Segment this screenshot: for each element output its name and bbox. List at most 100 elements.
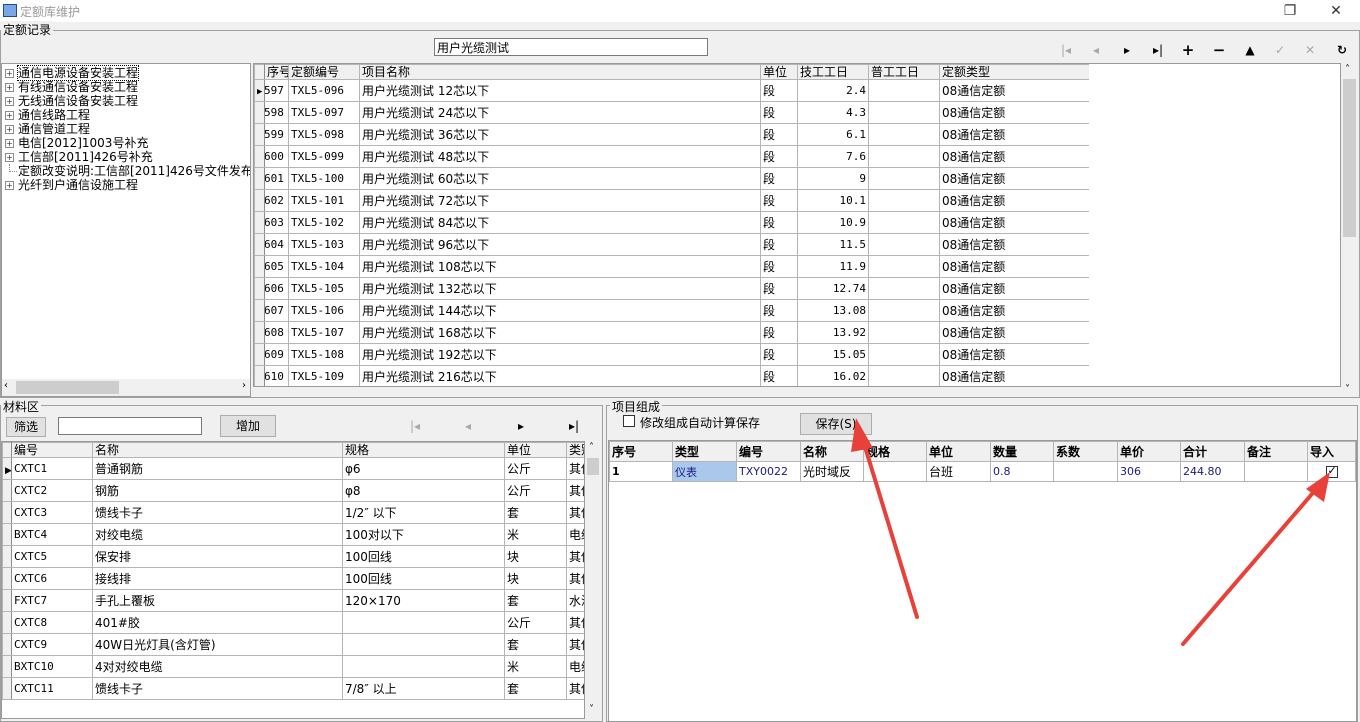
quota-cell-seq[interactable]: 605 <box>264 255 289 278</box>
composition-cell-code[interactable]: TXY0022 <box>736 461 801 482</box>
quota-cell-seq[interactable]: 604 <box>264 233 289 256</box>
expand-icon[interactable]: + <box>5 125 14 134</box>
material-cell-code[interactable]: CXTC8 <box>11 611 93 634</box>
quota-cell-seq[interactable]: 606 <box>264 277 289 300</box>
quota-cell-unit[interactable]: 段 <box>760 255 798 278</box>
quota-row[interactable]: 606 TXL5-105 用户光缆测试 132芯以下段 12.74 08通信定额 <box>254 277 1091 300</box>
quota-cell-general[interactable] <box>868 101 940 124</box>
quota-cell-unit[interactable]: 段 <box>760 79 798 102</box>
quota-row[interactable]: 604 TXL5-103 用户光缆测试 96芯以下段 11.5 08通信定额 <box>254 233 1091 256</box>
quota-row[interactable]: 609 TXL5-108 用户光缆测试 192芯以下段 15.05 08通信定额 <box>254 343 1091 366</box>
quota-cell-name[interactable]: 用户光缆测试 36芯以下 <box>359 123 761 146</box>
quota-cell-code[interactable]: TXL5-103 <box>288 233 360 256</box>
composition-cell-price[interactable]: 306 <box>1117 461 1181 482</box>
close-icon[interactable]: ✕ <box>1316 0 1356 22</box>
material-cell-name[interactable]: 手孔上覆板 <box>92 589 343 612</box>
scroll-down-icon[interactable]: ˅ <box>1345 384 1350 395</box>
material-row[interactable]: ▶CXTC1普通钢筋φ6公斤其他 <box>2 457 584 480</box>
material-cell-cat[interactable]: 其他 <box>566 611 584 634</box>
filter-button[interactable]: 筛选 <box>6 417 46 437</box>
composition-cell-type[interactable]: 仪表 <box>672 461 737 482</box>
material-cell-name[interactable]: 馈线卡子 <box>92 501 343 524</box>
quota-cell-skilled[interactable]: 9 <box>797 167 869 190</box>
save-button[interactable]: 保存(S) <box>800 413 872 435</box>
composition-column-header[interactable]: 规格 <box>863 441 927 462</box>
material-cell-unit[interactable]: 块 <box>504 545 567 568</box>
quota-row[interactable]: 598 TXL5-097 用户光缆测试 24芯以下段 4.3 08通信定额 <box>254 101 1091 124</box>
tree-node[interactable]: + 通信管道工程 <box>2 122 250 136</box>
quota-cell-type[interactable]: 08通信定额 <box>939 79 1091 102</box>
first-record-icon[interactable]: |◂ <box>1056 41 1076 59</box>
quota-cell-unit[interactable]: 段 <box>760 101 798 124</box>
quota-cell-name[interactable]: 用户光缆测试 12芯以下 <box>359 79 761 102</box>
quota-cell-unit[interactable]: 段 <box>760 233 798 256</box>
quota-cell-general[interactable] <box>868 321 940 344</box>
cancel-edit-icon[interactable]: ✕ <box>1300 41 1320 59</box>
quota-row[interactable]: 607 TXL5-106 用户光缆测试 144芯以下段 13.08 08通信定额 <box>254 299 1091 322</box>
expand-icon[interactable]: + <box>5 111 14 120</box>
quota-cell-seq[interactable]: 609 <box>264 343 289 366</box>
quota-cell-code[interactable]: TXL5-102 <box>288 211 360 234</box>
material-cell-code[interactable]: CXTC5 <box>11 545 93 568</box>
material-vscroll-thumb[interactable] <box>587 458 599 475</box>
material-filter-input[interactable] <box>58 417 202 435</box>
quota-cell-type[interactable]: 08通信定额 <box>939 211 1091 234</box>
quota-cell-general[interactable] <box>868 123 940 146</box>
quota-cell-skilled[interactable]: 15.05 <box>797 343 869 366</box>
material-cell-cat[interactable]: 其他 <box>566 545 584 568</box>
composition-column-header[interactable]: 备注 <box>1244 441 1308 462</box>
tree-node[interactable]: + 无线通信设备安装工程 <box>2 94 250 108</box>
expand-icon[interactable]: + <box>5 69 14 78</box>
material-column-header[interactable]: 规格 <box>342 442 505 458</box>
insert-record-icon[interactable]: + <box>1178 41 1198 59</box>
tree-node[interactable]: 定额改变说明:工信部[2011]426号文件发布 <box>2 164 250 178</box>
quota-cell-code[interactable]: TXL5-105 <box>288 277 360 300</box>
quota-cell-seq[interactable]: 597 <box>264 79 289 102</box>
material-cell-name[interactable]: 40W日光灯具(含灯管) <box>92 633 343 656</box>
material-cell-cat[interactable]: 其他 <box>566 677 584 700</box>
quota-cell-name[interactable]: 用户光缆测试 168芯以下 <box>359 321 761 344</box>
composition-column-header[interactable]: 名称 <box>800 441 864 462</box>
composition-cell-coef[interactable] <box>1053 461 1118 482</box>
quota-cell-name[interactable]: 用户光缆测试 96芯以下 <box>359 233 761 256</box>
quota-cell-seq[interactable]: 600 <box>264 145 289 168</box>
quota-row[interactable]: 601 TXL5-100 用户光缆测试 60芯以下段 9 08通信定额 <box>254 167 1091 190</box>
quota-cell-name[interactable]: 用户光缆测试 48芯以下 <box>359 145 761 168</box>
material-cell-name[interactable]: 钢筋 <box>92 479 343 502</box>
quota-cell-skilled[interactable]: 11.5 <box>797 233 869 256</box>
quota-cell-skilled[interactable]: 13.08 <box>797 299 869 322</box>
material-cell-code[interactable]: BXTC10 <box>11 655 93 678</box>
material-cell-spec[interactable]: 100回线 <box>342 545 505 568</box>
next-record-icon[interactable]: ▸ <box>1117 41 1137 59</box>
quota-cell-code[interactable]: TXL5-104 <box>288 255 360 278</box>
quota-cell-code[interactable]: TXL5-096 <box>288 79 360 102</box>
quota-cell-general[interactable] <box>868 277 940 300</box>
composition-cell-unit[interactable]: 台班 <box>926 461 991 482</box>
material-cell-unit[interactable]: 公斤 <box>504 457 567 480</box>
quota-cell-skilled[interactable]: 6.1 <box>797 123 869 146</box>
material-cell-code[interactable]: CXTC6 <box>11 567 93 590</box>
material-cell-cat[interactable]: 电缆 <box>566 523 584 546</box>
quota-vscroll[interactable]: ˄ ˅ <box>1341 63 1358 397</box>
material-cell-spec[interactable]: 100对以下 <box>342 523 505 546</box>
expand-icon[interactable]: + <box>5 139 14 148</box>
material-row[interactable]: BXTC104对对绞电缆 米电缆 <box>2 655 584 678</box>
quota-cell-code[interactable]: TXL5-099 <box>288 145 360 168</box>
material-cell-spec[interactable]: 1/2″ 以下 <box>342 501 505 524</box>
material-column-header[interactable]: 类别 <box>566 442 584 458</box>
material-cell-spec[interactable]: 120×170 <box>342 589 505 612</box>
quota-cell-name[interactable]: 用户光缆测试 24芯以下 <box>359 101 761 124</box>
composition-cell-qty[interactable]: 0.8 <box>990 461 1054 482</box>
quota-cell-type[interactable]: 08通信定额 <box>939 145 1091 168</box>
expand-icon[interactable]: + <box>5 83 14 92</box>
scroll-left-icon[interactable]: ‹ <box>4 380 8 391</box>
prior-record-icon[interactable]: ◂ <box>1086 41 1106 59</box>
composition-column-header[interactable]: 数量 <box>990 441 1054 462</box>
quota-cell-unit[interactable]: 段 <box>760 277 798 300</box>
material-column-header[interactable]: 名称 <box>92 442 343 458</box>
composition-cell-seq[interactable]: 1 <box>609 461 673 482</box>
quota-cell-general[interactable] <box>868 211 940 234</box>
quota-cell-skilled[interactable]: 2.4 <box>797 79 869 102</box>
material-cell-name[interactable]: 保安排 <box>92 545 343 568</box>
quota-cell-general[interactable] <box>868 145 940 168</box>
